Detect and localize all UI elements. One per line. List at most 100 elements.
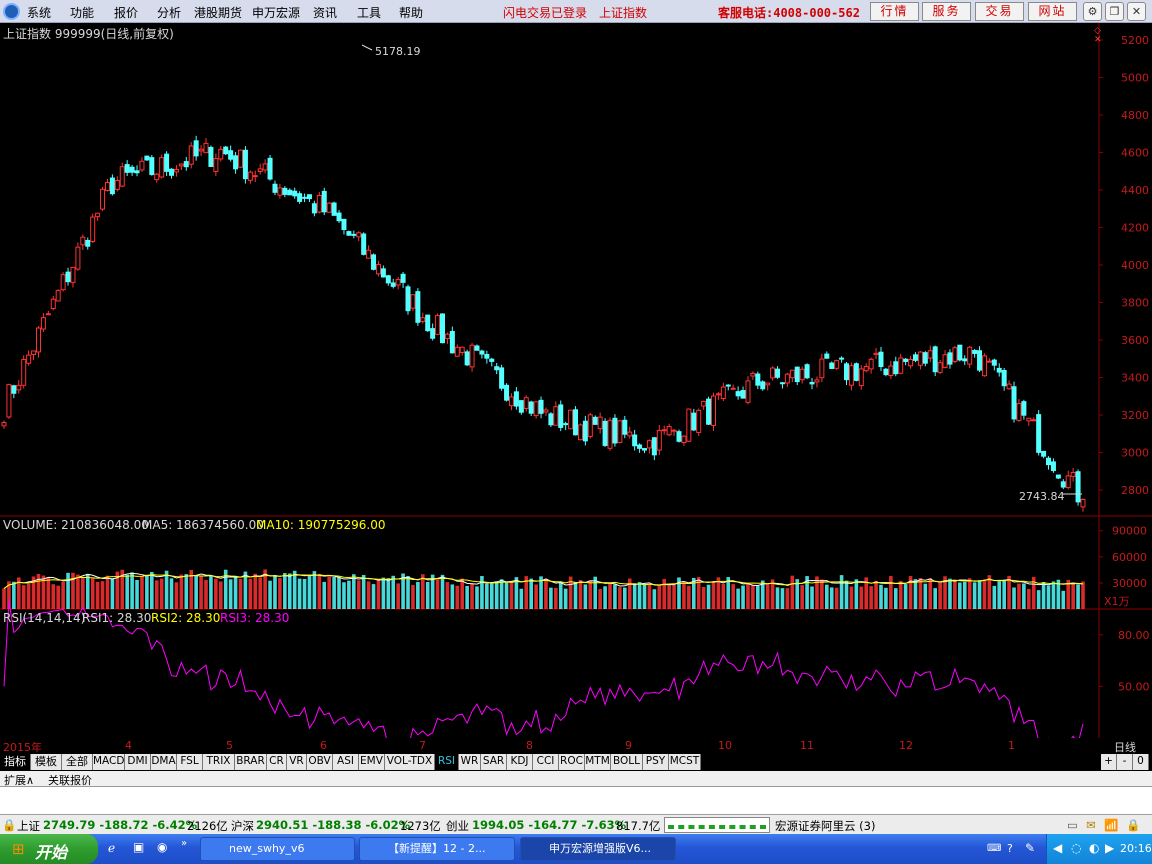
menu-help[interactable]: 帮助	[399, 4, 423, 21]
tab-mtm[interactable]: MTM	[585, 754, 611, 770]
menu-function[interactable]: 功能	[70, 4, 94, 21]
menu-news[interactable]: 资讯	[313, 4, 337, 21]
tab-asi[interactable]: ASI	[333, 754, 359, 770]
browser-icon[interactable]: ◉	[157, 840, 167, 854]
expand-tab[interactable]: 扩展∧	[4, 772, 34, 788]
tab-vol-tdx[interactable]: VOL-TDX	[385, 754, 435, 770]
volume-bar	[874, 580, 878, 609]
related-quote-tab[interactable]: 关联报价	[48, 772, 92, 788]
server-name[interactable]: 宏源证券阿里云 (3)	[775, 818, 875, 834]
candle-body	[435, 314, 441, 335]
cy-index-name[interactable]: 创业	[446, 818, 469, 834]
taskbar-window-folder[interactable]: new_swhy_v6	[200, 837, 355, 861]
volume-bar	[1081, 581, 1085, 609]
website-button[interactable]: 网站	[1028, 2, 1077, 21]
sh-index-name[interactable]: 上证	[17, 818, 40, 834]
candle-body	[508, 396, 514, 407]
volume-bar	[233, 576, 238, 609]
chart-canvas[interactable]: 5200 5000 4800 4600 4400 4200 4000 3800 3600 3400…	[0, 23, 1152, 755]
menu-hk-futures[interactable]: 港股期货	[194, 4, 242, 21]
volume-icon[interactable]: ◐	[1089, 841, 1099, 855]
tab-psy[interactable]: PSY	[643, 754, 669, 770]
tab-mcst[interactable]: MCST	[669, 754, 701, 770]
zoom-icon[interactable]: ◇ ✕	[1094, 27, 1102, 45]
chart-area[interactable]: 5200 5000 4800 4600 4400 4200 4000 3800 3600 3400…	[0, 23, 1152, 755]
tab-emv[interactable]: EMV	[359, 754, 385, 770]
remove-indicator-button[interactable]: -	[1117, 754, 1133, 770]
date-label: 12	[899, 739, 913, 752]
candle-body	[568, 409, 574, 430]
desktop-icon[interactable]: ▣	[133, 840, 144, 854]
date-label: 6	[320, 739, 327, 752]
tab-trix[interactable]: TRIX	[203, 754, 235, 770]
tab-rsi[interactable]: RSI	[435, 754, 459, 770]
candle-body	[252, 175, 258, 178]
volume-bar	[632, 584, 637, 609]
start-button[interactable]: ⊞ 开始	[0, 834, 98, 864]
candle-body	[947, 352, 953, 365]
menu-swhy[interactable]: 申万宏源	[252, 4, 300, 21]
app-logo-icon[interactable]	[3, 3, 20, 20]
network-icon[interactable]: ◌	[1071, 841, 1081, 855]
tray-arrow-icon[interactable]: ◀	[1053, 841, 1062, 855]
lock2-icon[interactable]: 🔒	[1126, 818, 1140, 832]
tab-boll[interactable]: BOLL	[611, 754, 643, 770]
tab-all[interactable]: 全部	[62, 754, 93, 770]
message-icon[interactable]: ✉	[1086, 818, 1096, 832]
taskbar-window-app[interactable]: 申万宏源增强版V6...	[520, 837, 676, 861]
quicklaunch-more-icon[interactable]: »	[181, 838, 187, 849]
security-icon[interactable]: ▶	[1105, 841, 1114, 855]
tab-brar[interactable]: BRAR	[235, 754, 267, 770]
date-label: 11	[800, 739, 814, 752]
pen-tray-icon[interactable]: ✎	[1025, 841, 1035, 855]
candle-body	[1006, 383, 1012, 390]
volume-bar	[667, 584, 671, 609]
close-icon[interactable]: ✕	[1127, 2, 1146, 21]
tab-template[interactable]: 模板	[31, 754, 62, 770]
hs-index-name[interactable]: 沪深	[231, 818, 254, 834]
tab-sar[interactable]: SAR	[481, 754, 507, 770]
volume-bar	[12, 581, 16, 609]
keyboard-tray-icon[interactable]: ⌨	[987, 843, 1001, 854]
menu-system[interactable]: 系统	[27, 4, 51, 21]
candle-body	[592, 416, 598, 425]
volume-bar	[1027, 588, 1031, 609]
lock-icon[interactable]: 🔒	[2, 818, 16, 832]
service-button[interactable]: 服务	[922, 2, 971, 21]
login-status[interactable]: 闪电交易已登录	[503, 4, 587, 21]
tab-wr[interactable]: WR	[459, 754, 481, 770]
restore-icon[interactable]: ❐	[1105, 2, 1124, 21]
candle-body	[346, 231, 352, 236]
volume-bar	[371, 584, 376, 609]
candle-body	[760, 381, 766, 390]
volume-bar	[953, 580, 957, 609]
tab-fsl[interactable]: FSL	[177, 754, 203, 770]
tab-macd[interactable]: MACD	[93, 754, 125, 770]
market-button[interactable]: 行情	[870, 2, 919, 21]
tab-cr[interactable]: CR	[267, 754, 287, 770]
reset-indicator-button[interactable]: 0	[1133, 754, 1149, 770]
tab-indicator[interactable]: 指标	[0, 754, 31, 770]
help-tray-icon[interactable]: ?	[1007, 842, 1013, 855]
signal-icon[interactable]: 📶	[1104, 818, 1118, 832]
tab-roc[interactable]: ROC	[559, 754, 585, 770]
tab-obv[interactable]: OBV	[307, 754, 333, 770]
candle-body	[789, 369, 795, 379]
trade-button[interactable]: 交易	[975, 2, 1024, 21]
volume-bar	[898, 581, 903, 609]
taskbar-window-browser[interactable]: 【新提醒】12 - 2...	[359, 837, 515, 861]
tab-kdj[interactable]: KDJ	[507, 754, 533, 770]
candle-body	[937, 362, 943, 373]
tab-dmi[interactable]: DMI	[125, 754, 151, 770]
menu-quote[interactable]: 报价	[114, 4, 138, 21]
menu-analysis[interactable]: 分析	[157, 4, 181, 21]
index-name[interactable]: 上证指数	[599, 4, 647, 21]
menu-tools[interactable]: 工具	[357, 4, 381, 21]
add-indicator-button[interactable]: +	[1101, 754, 1117, 770]
option-icon[interactable]: ⚙	[1083, 2, 1102, 21]
keyboard-icon[interactable]: ▭	[1067, 818, 1078, 832]
tab-vr[interactable]: VR	[287, 754, 307, 770]
ie-icon[interactable]: ℯ	[108, 841, 115, 855]
tab-dma[interactable]: DMA	[151, 754, 177, 770]
tab-cci[interactable]: CCI	[533, 754, 559, 770]
